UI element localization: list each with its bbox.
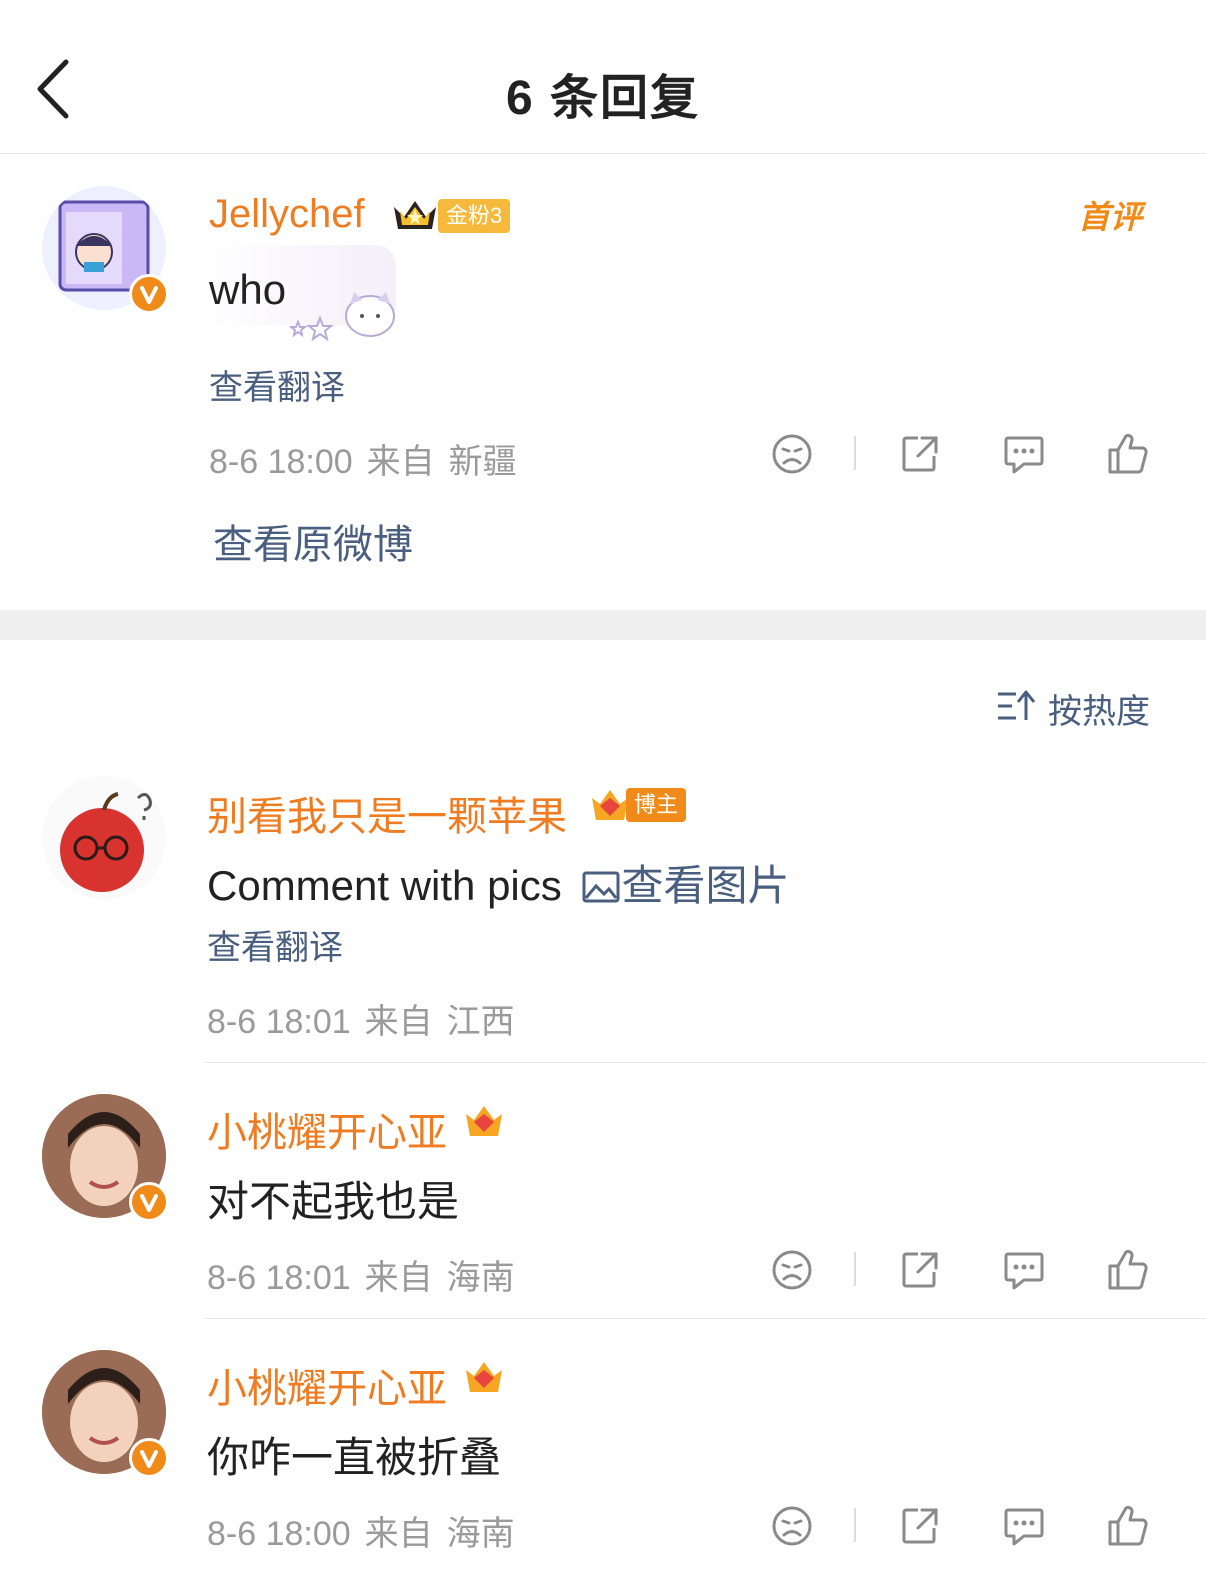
- sort-icon: [998, 690, 1036, 720]
- diamond-crown-icon: [462, 1102, 506, 1142]
- avatar[interactable]: [42, 776, 166, 900]
- comment-text-content: Comment with pics: [207, 862, 562, 909]
- view-original-link[interactable]: 查看原微博: [213, 512, 413, 570]
- translate-link[interactable]: 查看翻译: [207, 920, 343, 969]
- fan-level-badge: 金粉3: [438, 199, 511, 233]
- comment-meta: 8-6 18:00 来自 新疆: [209, 434, 531, 483]
- comment-location: 新疆: [448, 443, 517, 481]
- comment-text: Comment with pics 查看图片: [207, 852, 789, 913]
- view-pics-link[interactable]: 查看图片: [581, 862, 789, 909]
- row-divider: [205, 1062, 1206, 1063]
- share-icon[interactable]: [898, 1248, 942, 1292]
- blogger-badge: 博主: [626, 788, 687, 822]
- comment-meta: 8-6 18:01 来自 江西: [207, 994, 529, 1043]
- comment-from: 来自: [364, 1515, 433, 1553]
- comment-location: 海南: [446, 1259, 515, 1297]
- dislike-face-icon[interactable]: [770, 432, 814, 476]
- divider: [854, 1252, 856, 1286]
- translate-link[interactable]: 查看翻译: [209, 360, 345, 409]
- comment-text: 你咋一直被折叠: [207, 1434, 502, 1481]
- like-icon[interactable]: [1106, 1504, 1150, 1548]
- crown-icon: [390, 195, 440, 235]
- comment-meta: 8-6 18:01 来自 海南: [207, 1250, 529, 1299]
- sort-label: 按热度: [1048, 693, 1150, 731]
- username[interactable]: 小桃耀开心亚: [207, 1100, 447, 1158]
- comment-icon[interactable]: [1002, 1504, 1046, 1548]
- image-icon: [582, 871, 620, 903]
- dislike-face-icon[interactable]: [770, 1504, 814, 1548]
- comment-icon[interactable]: [1002, 432, 1046, 476]
- comment-from: 来自: [366, 443, 435, 481]
- verified-badge-icon: [129, 274, 169, 314]
- row-divider: [205, 1318, 1206, 1319]
- comment-time: 8-6 18:01: [207, 1003, 351, 1041]
- divider: [854, 436, 856, 470]
- comment-icon[interactable]: [1002, 1248, 1046, 1292]
- page-title: 6 条回复: [505, 72, 701, 125]
- diamond-crown-icon: [462, 1358, 506, 1398]
- first-comment-label: 首评: [1078, 199, 1143, 235]
- comment-time: 8-6 18:00: [209, 443, 353, 481]
- verified-badge-icon: [129, 1182, 169, 1222]
- username[interactable]: Jellychef: [209, 192, 365, 237]
- username[interactable]: 别看我只是一颗苹果: [207, 784, 567, 842]
- share-icon[interactable]: [898, 432, 942, 476]
- comment-text: who: [209, 266, 287, 313]
- comment-time: 8-6 18:01: [207, 1259, 351, 1297]
- action-bar: [768, 430, 1150, 478]
- comment-location: 江西: [446, 1003, 515, 1041]
- username[interactable]: 小桃耀开心亚: [207, 1356, 447, 1414]
- cat-sticker-icon: [288, 278, 414, 344]
- comment-from: 来自: [364, 1259, 433, 1297]
- comment-location: 海南: [446, 1515, 515, 1553]
- section-divider: [0, 610, 1206, 640]
- view-pics-label: 查看图片: [621, 862, 790, 909]
- dislike-face-icon[interactable]: [770, 1248, 814, 1292]
- divider: [854, 1508, 856, 1542]
- comment-meta: 8-6 18:00 来自 海南: [207, 1506, 529, 1555]
- share-icon[interactable]: [898, 1504, 942, 1548]
- like-icon[interactable]: [1106, 1248, 1150, 1292]
- comment-from: 来自: [364, 1003, 433, 1041]
- like-icon[interactable]: [1106, 432, 1150, 476]
- verified-badge-icon: [129, 1438, 169, 1478]
- action-bar: [768, 1502, 1150, 1550]
- action-bar: [768, 1246, 1150, 1294]
- comment-time: 8-6 18:00: [207, 1515, 351, 1553]
- comment-text: 对不起我也是: [207, 1178, 460, 1225]
